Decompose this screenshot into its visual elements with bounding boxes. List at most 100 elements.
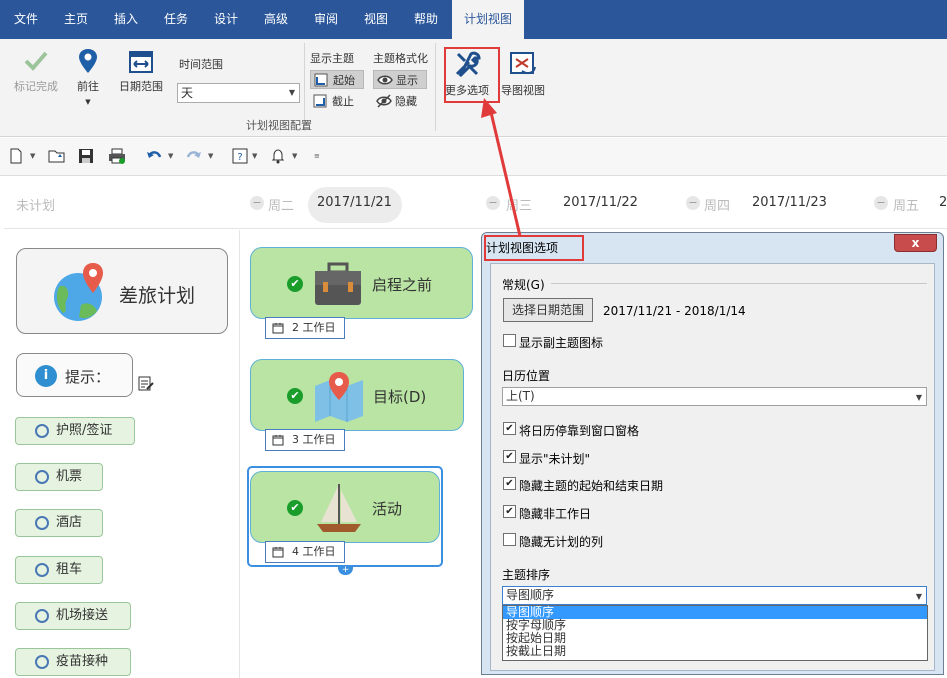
tip-label: 提示：	[65, 368, 111, 386]
check-icon[interactable]: ✔	[287, 500, 303, 516]
workdays-badge[interactable]: 2 工作日	[265, 317, 345, 339]
collapse-icon[interactable]: −	[250, 196, 264, 210]
list-item[interactable]: 租车	[15, 556, 103, 584]
collapse-icon[interactable]: −	[686, 196, 700, 210]
list-item[interactable]: 护照/签证	[15, 417, 135, 445]
workdays-badge[interactable]: 3 工作日	[265, 429, 345, 451]
print-icon[interactable]	[108, 148, 126, 164]
date-label: 2	[939, 195, 947, 210]
collapse-icon[interactable]: −	[486, 196, 500, 210]
sort-option[interactable]: 导图顺序	[503, 606, 927, 619]
highlight-box	[484, 235, 584, 261]
sort-select[interactable]: 导图顺序 ▼	[502, 586, 927, 605]
undo-icon[interactable]	[146, 148, 162, 164]
start-button[interactable]: 起始	[310, 70, 364, 89]
option-checkbox[interactable]: ✔	[503, 422, 516, 435]
end-label: 截止	[332, 95, 354, 108]
task-card[interactable]: ✔ 活动	[250, 471, 440, 543]
new-file-icon[interactable]	[8, 148, 24, 164]
tab-advanced[interactable]: 高级	[252, 0, 300, 39]
plan-view-options-dialog: 计划视图选项 x 常规(G) 选择日期范围 2017/11/21 - 2018/…	[481, 232, 944, 675]
task-circle-icon[interactable]	[35, 609, 49, 623]
task-title: 活动	[372, 500, 403, 518]
show-sub-topic-icon-label: 显示副主题图标	[519, 336, 604, 350]
tab-view[interactable]: 视图	[352, 0, 400, 39]
close-button[interactable]: x	[894, 234, 937, 252]
end-button[interactable]: 截止	[310, 92, 364, 111]
option-checkbox[interactable]: ✔	[503, 450, 516, 463]
mindmap-view-button[interactable]: 导图视图	[498, 49, 548, 98]
task-card[interactable]: ✔ 目标(D)	[250, 359, 464, 431]
help-icon[interactable]: ?	[232, 148, 248, 164]
chevron-down-icon[interactable]: ▼	[168, 152, 173, 160]
tab-home[interactable]: 主页	[52, 0, 100, 39]
date-range-button[interactable]: 日期范围	[116, 47, 166, 94]
chevron-down-icon[interactable]: ▼	[30, 152, 35, 160]
option-checkbox[interactable]: ✔	[503, 477, 516, 490]
chevron-down-icon: ▼	[915, 393, 922, 402]
list-item[interactable]: 酒店	[15, 509, 103, 537]
location-pin-icon	[79, 49, 97, 73]
central-topic[interactable]: 差旅计划	[16, 248, 228, 334]
redo-icon[interactable]	[186, 148, 202, 164]
sort-option[interactable]: 按字母顺序	[503, 619, 927, 632]
hide-button[interactable]: 隐藏	[373, 92, 427, 111]
check-icon[interactable]: ✔	[287, 276, 303, 292]
add-subtopic-icon[interactable]: +	[338, 566, 353, 575]
sort-option[interactable]: 按截止日期	[503, 645, 927, 658]
date-label: 2017/11/23	[752, 195, 827, 210]
list-item-label: 机票	[56, 469, 83, 484]
collapse-icon[interactable]: −	[874, 196, 888, 210]
open-folder-icon[interactable]	[48, 148, 66, 164]
tab-file[interactable]: 文件	[2, 0, 50, 39]
unplanned-column[interactable]: 未计划	[16, 195, 55, 214]
list-item[interactable]: 疫苗接种	[15, 648, 131, 676]
ribbon-divider	[435, 43, 436, 131]
task-circle-icon[interactable]	[35, 563, 49, 577]
calendar-icon	[272, 547, 284, 558]
weekday-label: 周五	[893, 199, 920, 214]
task-circle-icon[interactable]	[35, 655, 49, 669]
tab-task[interactable]: 任务	[152, 0, 200, 39]
info-icon: i	[35, 365, 57, 387]
tip-topic[interactable]: i 提示：	[16, 353, 133, 397]
tab-review[interactable]: 审阅	[302, 0, 350, 39]
central-topic-title: 差旅计划	[119, 285, 196, 307]
go-to-button[interactable]: 前往 ▼	[70, 47, 106, 107]
tab-insert[interactable]: 插入	[102, 0, 150, 39]
show-button[interactable]: 显示	[373, 70, 427, 89]
task-circle-icon[interactable]	[35, 516, 49, 530]
sort-option[interactable]: 按起始日期	[503, 632, 927, 645]
list-item-label: 护照/签证	[56, 423, 113, 438]
chevron-down-icon[interactable]: ▼	[292, 152, 297, 160]
tab-plan-view[interactable]: 计划视图	[452, 0, 524, 39]
list-item-label: 酒店	[56, 515, 83, 530]
tab-design[interactable]: 设计	[202, 0, 250, 39]
option-checkbox[interactable]: ✔	[503, 505, 516, 518]
show-sub-topic-icon-checkbox[interactable]	[503, 334, 516, 347]
customize-toolbar-icon[interactable]: ≡	[314, 152, 320, 160]
show-topic-label: 显示主题	[310, 52, 354, 65]
note-icon[interactable]	[138, 376, 154, 392]
list-item[interactable]: 机票	[15, 463, 103, 491]
calendar-position-select[interactable]: 上(T) ▼	[502, 387, 927, 406]
task-circle-icon[interactable]	[35, 470, 49, 484]
workdays-badge[interactable]: 4 工作日	[265, 541, 345, 563]
dialog-body: 常规(G) 选择日期范围 2017/11/21 - 2018/1/14 显示副主…	[490, 263, 935, 671]
save-icon[interactable]	[78, 148, 94, 164]
general-group-label: 常规(G)	[502, 278, 545, 292]
bell-icon[interactable]	[270, 148, 286, 164]
time-range-select[interactable]: 天 ▼	[177, 83, 300, 103]
task-circle-icon[interactable]	[35, 424, 49, 438]
option-checkbox[interactable]	[503, 533, 516, 546]
workdays-label: 3 工作日	[292, 433, 336, 446]
select-date-range-button[interactable]: 选择日期范围	[503, 298, 593, 322]
mark-done-button[interactable]: 标记完成	[10, 47, 62, 94]
chevron-down-icon[interactable]: ▼	[208, 152, 213, 160]
time-range-label: 时间范围	[179, 58, 223, 71]
check-icon[interactable]: ✔	[287, 388, 303, 404]
tab-help[interactable]: 帮助	[402, 0, 450, 39]
chevron-down-icon[interactable]: ▼	[252, 152, 257, 160]
task-card[interactable]: ✔ 启程之前	[250, 247, 473, 319]
list-item[interactable]: 机场接送	[15, 602, 131, 630]
